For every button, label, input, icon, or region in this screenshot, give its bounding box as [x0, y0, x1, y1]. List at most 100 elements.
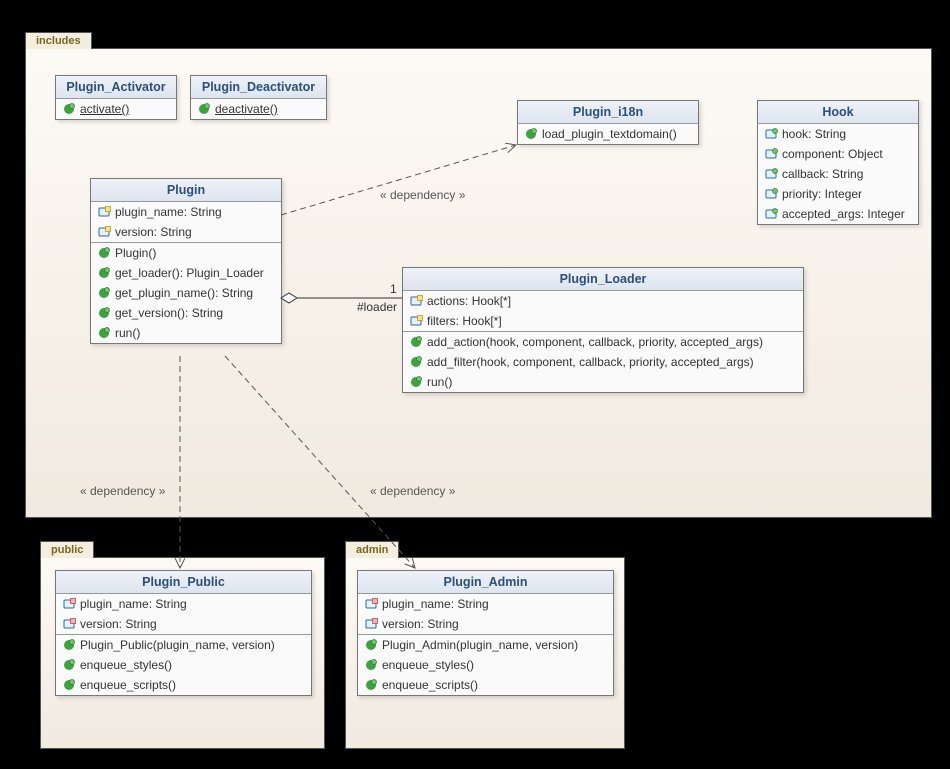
- method-row: deactivate(): [191, 99, 326, 119]
- attr-row: hook: String: [758, 124, 918, 144]
- method-label: Plugin_Admin(plugin_name, version): [382, 638, 578, 652]
- protected-attr-icon: [97, 225, 111, 239]
- method-row: enqueue_styles(): [358, 655, 613, 675]
- class-title: Hook: [758, 101, 918, 124]
- method-row: Plugin(): [91, 243, 281, 263]
- method-label: add_action(hook, component, callback, pr…: [427, 335, 763, 349]
- package-admin-tab: admin: [345, 541, 399, 558]
- method-row: enqueue_scripts(): [56, 675, 311, 695]
- private-attr-icon: [62, 617, 76, 631]
- public-method-icon: [97, 266, 111, 280]
- class-plugin-activator: Plugin_Activator activate(): [55, 75, 177, 120]
- public-method-icon: [97, 286, 111, 300]
- attr-row: version: String: [91, 222, 281, 242]
- method-row: Plugin_Public(plugin_name, version): [56, 635, 311, 655]
- method-row: run(): [403, 372, 803, 392]
- attr-label: hook: String: [782, 127, 846, 141]
- public-method-icon: [524, 127, 538, 141]
- method-row: activate(): [56, 99, 176, 119]
- private-attr-icon: [62, 597, 76, 611]
- private-attr-icon: [364, 617, 378, 631]
- package-includes-tab: includes: [25, 32, 92, 49]
- public-static-method-icon: [197, 102, 211, 116]
- protected-attr-icon: [409, 294, 423, 308]
- attr-label: version: String: [80, 617, 157, 631]
- private-attr-icon: [364, 597, 378, 611]
- public-method-icon: [97, 246, 111, 260]
- public-method-icon: [364, 658, 378, 672]
- class-title: Plugin: [91, 179, 281, 202]
- attr-row: plugin_name: String: [358, 594, 613, 614]
- attr-row: version: String: [358, 614, 613, 634]
- method-row: get_loader(): Plugin_Loader: [91, 263, 281, 283]
- public-method-icon: [409, 355, 423, 369]
- assoc-role: #loader: [357, 300, 397, 314]
- attr-row: version: String: [56, 614, 311, 634]
- attr-label: version: String: [382, 617, 459, 631]
- public-method-icon: [364, 678, 378, 692]
- public-attr-icon: [764, 187, 778, 201]
- method-label: load_plugin_textdomain(): [542, 127, 677, 141]
- method-label: run(): [115, 326, 140, 340]
- attr-label: plugin_name: String: [382, 597, 489, 611]
- method-label: enqueue_styles(): [80, 658, 172, 672]
- method-row: run(): [91, 323, 281, 343]
- public-attr-icon: [764, 207, 778, 221]
- attr-label: filters: Hook[*]: [427, 314, 502, 328]
- class-title: Plugin_Admin: [358, 571, 613, 594]
- canvas: includes public admin Plugin_Activator a…: [0, 0, 950, 769]
- public-method-icon: [97, 326, 111, 340]
- assoc-multiplicity: 1: [390, 282, 397, 296]
- attr-row: callback: String: [758, 164, 918, 184]
- public-method-icon: [62, 678, 76, 692]
- method-row: get_version(): String: [91, 303, 281, 323]
- class-plugin: Plugin plugin_name: String version: Stri…: [90, 178, 282, 344]
- class-plugin-admin: Plugin_Admin plugin_name: String version…: [357, 570, 614, 696]
- method-label: get_version(): String: [115, 306, 223, 320]
- method-label: deactivate(): [215, 102, 278, 116]
- method-label: Plugin_Public(plugin_name, version): [80, 638, 275, 652]
- method-label: get_loader(): Plugin_Loader: [115, 266, 264, 280]
- method-row: load_plugin_textdomain(): [518, 124, 698, 144]
- dependency-label: « dependency »: [370, 484, 455, 498]
- public-method-icon: [409, 375, 423, 389]
- method-row: enqueue_scripts(): [358, 675, 613, 695]
- method-label: enqueue_scripts(): [382, 678, 478, 692]
- method-label: activate(): [80, 102, 129, 116]
- class-title: Plugin_i18n: [518, 101, 698, 124]
- class-plugin-loader: Plugin_Loader actions: Hook[*] filters: …: [402, 267, 804, 393]
- public-static-method-icon: [62, 102, 76, 116]
- dependency-label: « dependency »: [80, 484, 165, 498]
- attr-row: filters: Hook[*]: [403, 311, 803, 331]
- attr-label: plugin_name: String: [115, 205, 222, 219]
- method-row: get_plugin_name(): String: [91, 283, 281, 303]
- attr-row: actions: Hook[*]: [403, 291, 803, 311]
- method-row: add_filter(hook, component, callback, pr…: [403, 352, 803, 372]
- method-label: enqueue_scripts(): [80, 678, 176, 692]
- class-plugin-deactivator: Plugin_Deactivator deactivate(): [190, 75, 327, 120]
- attr-row: accepted_args: Integer: [758, 204, 918, 224]
- method-row: enqueue_styles(): [56, 655, 311, 675]
- public-attr-icon: [764, 167, 778, 181]
- class-plugin-public: Plugin_Public plugin_name: String versio…: [55, 570, 312, 696]
- protected-attr-icon: [97, 205, 111, 219]
- public-method-icon: [409, 335, 423, 349]
- attr-row: priority: Integer: [758, 184, 918, 204]
- class-title: Plugin_Activator: [56, 76, 176, 99]
- protected-attr-icon: [409, 314, 423, 328]
- method-label: add_filter(hook, component, callback, pr…: [427, 355, 754, 369]
- public-method-icon: [97, 306, 111, 320]
- public-attr-icon: [764, 147, 778, 161]
- method-label: Plugin(): [115, 246, 156, 260]
- class-title: Plugin_Loader: [403, 268, 803, 291]
- attr-row: component: Object: [758, 144, 918, 164]
- class-hook: Hook hook: String component: Object call…: [757, 100, 919, 225]
- method-label: get_plugin_name(): String: [115, 286, 253, 300]
- method-label: run(): [427, 375, 452, 389]
- attr-label: plugin_name: String: [80, 597, 187, 611]
- package-public-label: public: [51, 544, 83, 556]
- attr-label: actions: Hook[*]: [427, 294, 511, 308]
- package-admin-label: admin: [356, 544, 388, 556]
- package-includes-label: includes: [36, 35, 81, 47]
- attr-row: plugin_name: String: [56, 594, 311, 614]
